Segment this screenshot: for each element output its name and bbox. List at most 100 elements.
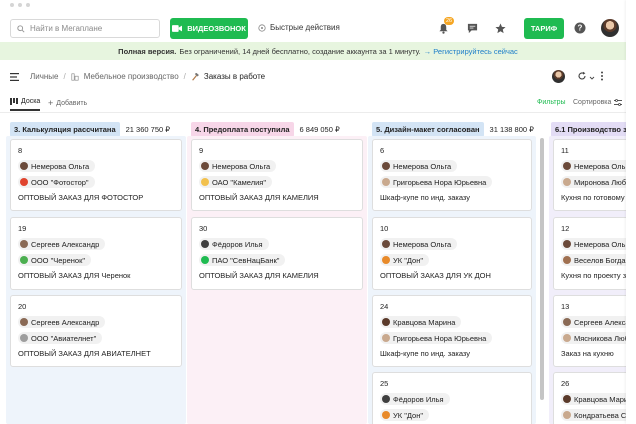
user-avatar[interactable] [601,19,619,37]
company-chip[interactable]: Григорьева Нора Юрьевна [380,332,493,344]
company-chip[interactable]: Мясникова Люб [561,332,635,344]
company-name: Веселов Богдан [574,255,630,265]
column-title[interactable]: 5. Дизайн-макет согласован [372,122,484,137]
person-chip[interactable]: Немерова Ольга [380,238,458,250]
column-title[interactable]: 3. Калькуляция рассчитана [10,122,120,137]
task-card[interactable]: 13 Сергеев Алекса Мясникова Люб Заказ на… [553,295,636,367]
company-chip[interactable]: Григорьева Нора Юрьевна [380,176,493,188]
company-logo-icon [201,178,209,186]
more-button[interactable] [600,71,604,83]
person-chip[interactable]: Фёдоров Илья [380,393,450,405]
company-name: ООО "Фотостор" [31,177,89,187]
company-chip[interactable]: ОАО "Камелия" [199,176,272,188]
task-card[interactable]: 10 Немерова Ольга УК "Дон" ОПТОВЫЙ ЗАКАЗ… [372,217,532,290]
owner-avatar[interactable] [552,70,565,83]
svg-text:?: ? [578,24,583,33]
promo-register-link[interactable]: → Регистрируйтесь сейчас [424,47,518,56]
column-prepayment: 4. Предоплата поступила 6 849 050 ₽ 9 Не… [187,115,367,424]
column-body: 6 Немерова Ольга Григорьева Нора Юрьевна… [368,136,536,424]
hamburger-icon [10,73,19,81]
column-scrollbar[interactable] [540,138,544,400]
task-card[interactable]: 19 Сергеев Александр ООО "Черенок" ОПТОВ… [10,217,182,290]
company-chip[interactable]: ООО "Авиателнет" [18,332,103,344]
card-title: ОПТОВЫЙ ЗАКАЗ ДЛЯ Черенок [18,271,131,280]
breadcrumb-item-personal[interactable]: Личные [30,72,59,81]
task-card[interactable]: 9 Немерова Ольга ОАО "Камелия" ОПТОВЫЙ З… [191,139,363,211]
task-card[interactable]: 26 Кравцова Мари Кондратьева Св [553,372,636,424]
task-card[interactable]: 11 Немерова Ольга Миронова Любов Кухня п… [553,139,636,211]
person-chip[interactable]: Сергеев Александр [18,238,106,250]
company-chip[interactable]: Миронова Любов [561,176,636,188]
card-number: 11 [561,146,569,155]
person-chip[interactable]: Сергеев Александр [18,316,106,328]
company-chip[interactable]: ООО "Фотостор" [18,176,95,188]
company-name: ООО "Авиателнет" [31,333,97,343]
task-card[interactable]: 24 Кравцова Марина Григорьева Нора Юрьев… [372,295,532,367]
person-chip[interactable]: Фёдоров Илья [199,238,269,250]
search-icon [17,24,25,33]
avatar [201,240,209,248]
person-name: Немерова Ольга [393,239,452,249]
task-card[interactable]: 25 Фёдоров Илья УК "Дон" [372,372,532,424]
sliders-icon [614,99,622,106]
video-call-button[interactable]: ВИДЕОЗВОНОК [170,18,248,39]
person-name: Фёдоров Илья [393,394,444,404]
card-title: ОПТОВЫЙ ЗАКАЗ ДЛЯ АВИАТЕЛНЕТ [18,349,151,358]
task-card[interactable]: 12 Немерова Ольга Веселов Богдан Кухня п… [553,217,636,290]
notifications-button[interactable]: 26 [435,17,455,37]
sort-button[interactable]: Сортировка [573,99,611,106]
favorites-button[interactable] [492,20,509,37]
company-logo-icon [20,256,28,264]
tab-add[interactable]: + Добавить [48,98,87,108]
tab-add-label: Добавить [56,99,88,107]
help-button[interactable]: ? [574,22,586,36]
column-title[interactable]: 4. Предоплата поступила [191,122,294,137]
company-chip[interactable]: ООО "Черенок" [18,254,92,266]
view-settings-button[interactable] [614,99,622,108]
column-title[interactable]: 6.1 Производство за [551,122,635,137]
avatar [563,411,571,419]
video-call-label: ВИДЕОЗВОНОК [187,24,246,33]
company-logo-icon [201,256,209,264]
person-chip[interactable]: Немерова Ольга [561,160,636,172]
avatar [201,162,209,170]
card-title: ОПТОВЫЙ ЗАКАЗ ДЛЯ КАМЕЛИЯ [199,193,319,202]
company-chip[interactable]: Кондратьева Св [561,409,636,421]
person-chip[interactable]: Кравцова Мари [561,393,635,405]
messages-button[interactable] [464,20,481,37]
filters-button[interactable]: Фильтры [537,99,566,106]
card-title: Шкаф-купе по инд. заказу [380,349,471,358]
task-card[interactable]: 8 Немерова Ольга ООО "Фотостор" ОПТОВЫЙ … [10,139,182,211]
person-chip[interactable]: Сергеев Алекса [561,316,636,328]
quick-actions-icon [258,23,266,32]
avatar [563,395,571,403]
task-card[interactable]: 6 Немерова Ольга Григорьева Нора Юрьевна… [372,139,532,211]
task-card[interactable]: 30 Фёдоров Илья ПАО "СевНацБанк" ОПТОВЫЙ… [191,217,363,290]
company-chip[interactable]: Веселов Богдан [561,254,636,266]
avatar [382,395,390,403]
person-chip[interactable]: Немерова Ольга [380,160,458,172]
avatar [382,162,390,170]
person-chip[interactable]: Немерова Ольга [18,160,96,172]
app-window: Найти в Мегаплане ВИДЕОЗВОНОК Быстрые де… [0,0,636,424]
menu-button[interactable] [10,73,19,83]
company-chip[interactable]: ПАО "СевНацБанк" [199,254,286,266]
task-card[interactable]: 20 Сергеев Александр ООО "Авиателнет" ОП… [10,295,182,367]
avatar [20,162,28,170]
refresh-button[interactable] [577,71,595,83]
avatar [563,334,571,342]
person-chip[interactable]: Немерова Ольга [561,238,636,250]
tab-board[interactable]: Доска [10,98,41,111]
quick-actions-button[interactable]: Быстрые действия [258,23,340,32]
card-title: Кухня по готовому [561,193,625,202]
breadcrumb-item-furniture[interactable]: Мебельное производство [84,72,179,81]
chevron-down-icon [589,76,595,80]
person-name: Фёдоров Илья [212,239,263,249]
person-chip[interactable]: Немерова Ольга [199,160,277,172]
tariff-button[interactable]: ТАРИФ [524,18,564,39]
company-chip[interactable]: УК "Дон" [380,409,430,421]
company-chip[interactable]: УК "Дон" [380,254,430,266]
person-chip[interactable]: Кравцова Марина [380,316,462,328]
search-input[interactable]: Найти в Мегаплане [10,19,160,38]
search-placeholder: Найти в Мегаплане [30,24,103,33]
